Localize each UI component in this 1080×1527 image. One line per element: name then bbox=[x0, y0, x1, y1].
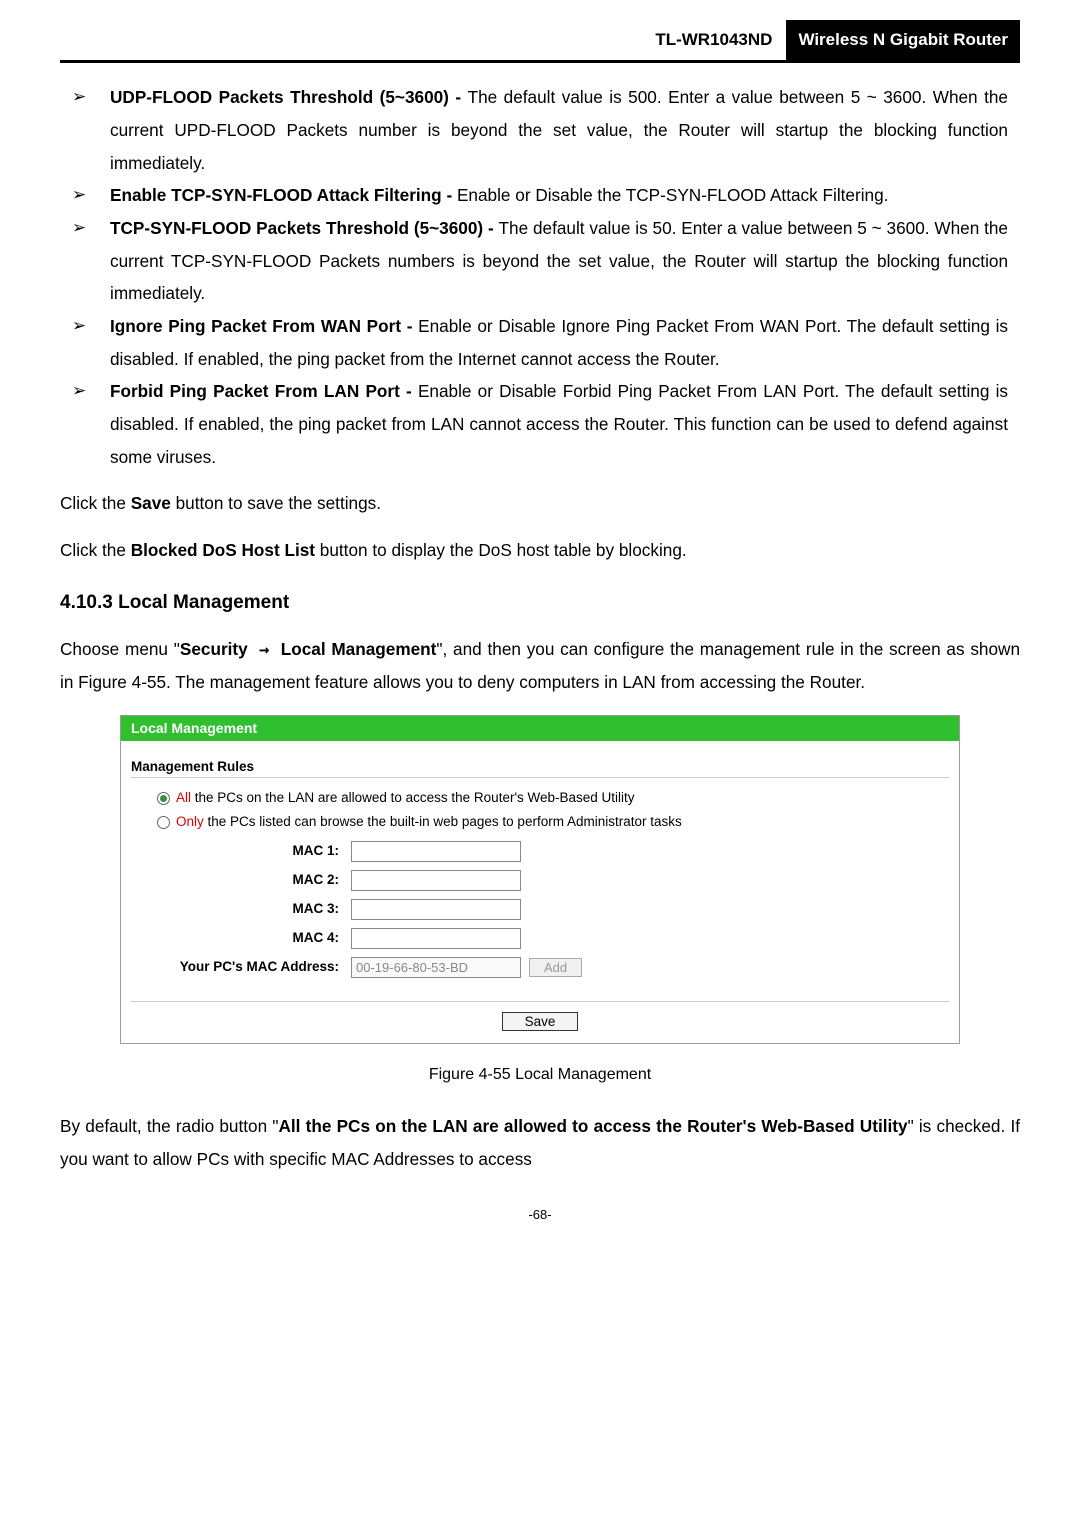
your-pc-mac-label: Your PC's MAC Address: bbox=[131, 959, 351, 975]
product-badge: Wireless N Gigabit Router bbox=[786, 20, 1020, 60]
figure-title-bar: Local Management bbox=[121, 716, 959, 741]
bullet-text: UDP-FLOOD Packets Threshold (5~3600) - T… bbox=[110, 81, 1008, 179]
model-number: TL-WR1043ND bbox=[655, 24, 786, 56]
bullet-arrow-icon: ➢ bbox=[72, 310, 110, 375]
radio-label-only: Only the PCs listed can browse the built… bbox=[176, 814, 682, 830]
radio-label-all: All the PCs on the LAN are allowed to ac… bbox=[176, 790, 635, 806]
figure-divider bbox=[131, 988, 949, 1002]
save-instruction: Click the Save button to save the settin… bbox=[60, 487, 1020, 520]
radio-option-only[interactable]: Only the PCs listed can browse the built… bbox=[131, 812, 949, 836]
bullet-text: Ignore Ping Packet From WAN Port - Enabl… bbox=[110, 310, 1008, 375]
your-pc-mac-input bbox=[351, 957, 521, 978]
your-pc-mac-row: Your PC's MAC Address: Add bbox=[131, 953, 949, 982]
mac4-label: MAC 4: bbox=[131, 930, 351, 946]
mac4-input[interactable] bbox=[351, 928, 521, 949]
local-management-figure: Local Management Management Rules All th… bbox=[120, 715, 960, 1043]
list-item: ➢ UDP-FLOOD Packets Threshold (5~3600) -… bbox=[72, 81, 1008, 179]
blocked-list-instruction: Click the Blocked DoS Host List button t… bbox=[60, 534, 1020, 567]
save-button[interactable]: Save bbox=[502, 1012, 579, 1031]
bullet-arrow-icon: ➢ bbox=[72, 212, 110, 310]
ending-paragraph: By default, the radio button "All the PC… bbox=[60, 1110, 1020, 1175]
add-button: Add bbox=[529, 958, 582, 977]
radio-option-all[interactable]: All the PCs on the LAN are allowed to ac… bbox=[131, 788, 949, 812]
radio-icon bbox=[157, 816, 170, 829]
mac3-row: MAC 3: bbox=[131, 895, 949, 924]
bullet-arrow-icon: ➢ bbox=[72, 179, 110, 212]
management-rules-label: Management Rules bbox=[131, 749, 949, 778]
page-header: TL-WR1043ND Wireless N Gigabit Router bbox=[60, 20, 1020, 63]
page-number: -68- bbox=[60, 1203, 1020, 1228]
list-item: ➢ Ignore Ping Packet From WAN Port - Ena… bbox=[72, 310, 1008, 375]
bullet-text: Enable TCP-SYN-FLOOD Attack Filtering - … bbox=[110, 179, 1008, 212]
bullet-list: ➢ UDP-FLOOD Packets Threshold (5~3600) -… bbox=[72, 81, 1008, 473]
mac1-input[interactable] bbox=[351, 841, 521, 862]
list-item: ➢ Enable TCP-SYN-FLOOD Attack Filtering … bbox=[72, 179, 1008, 212]
mac3-label: MAC 3: bbox=[131, 901, 351, 917]
figure-caption: Figure 4-55 Local Management bbox=[60, 1060, 1020, 1090]
radio-icon bbox=[157, 792, 170, 805]
list-item: ➢ TCP-SYN-FLOOD Packets Threshold (5~360… bbox=[72, 212, 1008, 310]
list-item: ➢ Forbid Ping Packet From LAN Port - Ena… bbox=[72, 375, 1008, 473]
mac2-input[interactable] bbox=[351, 870, 521, 891]
mac3-input[interactable] bbox=[351, 899, 521, 920]
choose-menu-paragraph: Choose menu "Security → Local Management… bbox=[60, 633, 1020, 699]
mac2-row: MAC 2: bbox=[131, 866, 949, 895]
section-heading: 4.10.3 Local Management bbox=[60, 585, 1020, 621]
mac1-label: MAC 1: bbox=[131, 843, 351, 859]
bullet-text: TCP-SYN-FLOOD Packets Threshold (5~3600)… bbox=[110, 212, 1008, 310]
bullet-arrow-icon: ➢ bbox=[72, 81, 110, 179]
bullet-text: Forbid Ping Packet From LAN Port - Enabl… bbox=[110, 375, 1008, 473]
mac2-label: MAC 2: bbox=[131, 872, 351, 888]
mac4-row: MAC 4: bbox=[131, 924, 949, 953]
mac1-row: MAC 1: bbox=[131, 837, 949, 866]
bullet-arrow-icon: ➢ bbox=[72, 375, 110, 473]
